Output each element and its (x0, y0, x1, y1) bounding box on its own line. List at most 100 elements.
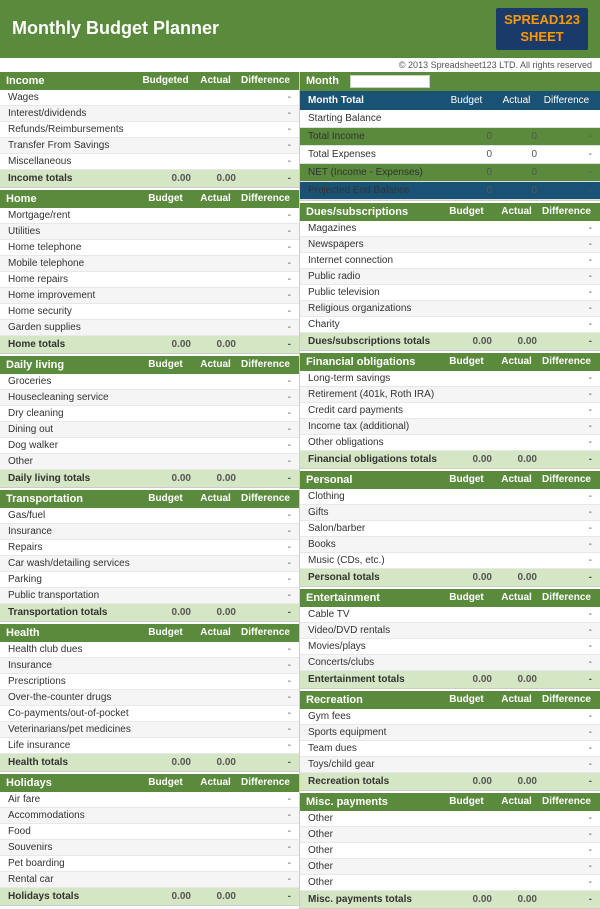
dues-totals-label: Dues/subscriptions totals (306, 335, 439, 348)
table-row: Concerts/clubs - (300, 655, 600, 671)
dues-totals-budget: 0.00 (439, 335, 494, 348)
month-row-label: Total Expenses (306, 148, 439, 161)
row-label: Other (306, 828, 439, 841)
row-label: Internet connection (306, 254, 439, 267)
row-actual (193, 273, 238, 286)
row-budget (439, 302, 494, 315)
month-row-actual: 0 (494, 184, 539, 197)
month-input[interactable] (350, 75, 430, 88)
row-diff: - (539, 404, 594, 417)
transportation-col-actual: Actual (193, 493, 238, 505)
home-header: Home Budget Actual Difference (0, 190, 299, 208)
row-budget (138, 691, 193, 704)
row-actual (494, 710, 539, 723)
row-diff: - (238, 241, 293, 254)
month-total-row: Total Expenses 0 0 - (300, 146, 600, 164)
financial-obligations-col-diff: Difference (539, 356, 594, 368)
table-row: Retirement (401k, Roth IRA) - (300, 387, 600, 403)
row-diff: - (238, 589, 293, 602)
transportation-totals-diff: - (238, 606, 293, 619)
row-label: Video/DVD rentals (306, 624, 439, 637)
holidays-label: Holidays (6, 777, 138, 789)
table-row: Religious organizations - (300, 301, 600, 317)
dues-totals-diff: - (539, 335, 594, 348)
entertainment-label: Entertainment (306, 592, 439, 604)
financial-obligations-totals-actual: 0.00 (494, 453, 539, 466)
row-actual (494, 828, 539, 841)
recreation-col-budget: Budget (439, 694, 494, 706)
row-label: Accommodations (6, 809, 138, 822)
entertainment-totals-label: Entertainment totals (306, 673, 439, 686)
row-budget (138, 225, 193, 238)
misc-payments-col-actual: Actual (494, 796, 539, 808)
table-row: Rental car - (0, 872, 299, 888)
table-row: Music (CDs, etc.) - (300, 553, 600, 569)
recreation-header: Recreation Budget Actual Difference (300, 691, 600, 709)
row-diff: - (539, 270, 594, 283)
row-budget (138, 423, 193, 436)
table-row: Gym fees - (300, 709, 600, 725)
row-label: Books (306, 538, 439, 551)
row-label: Co-payments/out-of-pocket (6, 707, 138, 720)
holidays-section: Holidays Budget Actual Difference Air fa… (0, 774, 299, 906)
row-diff: - (238, 321, 293, 334)
health-header: Health Budget Actual Difference (0, 624, 299, 642)
row-actual (193, 707, 238, 720)
row-budget (138, 321, 193, 334)
income-col-actual: Actual (193, 75, 238, 87)
row-label: Sports equipment (306, 726, 439, 739)
holidays-totals-row: Holidays totals 0.00 0.00 - (0, 888, 299, 906)
row-label: Souvenirs (6, 841, 138, 854)
home-col-actual: Actual (193, 193, 238, 205)
row-diff: - (539, 436, 594, 449)
row-label: Toys/child gear (306, 758, 439, 771)
row-diff: - (539, 420, 594, 433)
holidays-totals-budget: 0.00 (138, 890, 193, 903)
row-diff: - (238, 289, 293, 302)
row-label: Life insurance (6, 739, 138, 752)
row-label: Mortgage/rent (6, 209, 138, 222)
row-diff: - (238, 841, 293, 854)
income-totals-diff: - (238, 172, 293, 185)
row-diff: - (238, 375, 293, 388)
row-label: Health club dues (6, 643, 138, 656)
month-row-budget: 0 (439, 184, 494, 197)
month-label: Month (306, 75, 339, 87)
row-actual (193, 809, 238, 822)
table-row: Insurance - (0, 658, 299, 674)
row-diff: - (539, 554, 594, 567)
row-budget (138, 643, 193, 656)
table-row: Home improvement - (0, 288, 299, 304)
month-total-rows: Starting Balance Total Income 0 0 - Tota… (300, 110, 600, 200)
financial-obligations-label: Financial obligations (306, 356, 439, 368)
row-actual (193, 321, 238, 334)
month-total-label: Month Total (306, 94, 439, 107)
table-row: Transfer From Savings - (0, 138, 299, 154)
row-budget (138, 707, 193, 720)
row-actual (193, 643, 238, 656)
row-label: Public television (306, 286, 439, 299)
row-label: Salon/barber (306, 522, 439, 535)
row-actual (193, 305, 238, 318)
month-row-diff: - (539, 166, 594, 179)
row-actual (494, 758, 539, 771)
row-actual (193, 659, 238, 672)
dues-label: Dues/subscriptions (306, 206, 439, 218)
misc-payments-header: Misc. payments Budget Actual Difference (300, 793, 600, 811)
row-diff: - (238, 139, 293, 152)
row-actual (494, 726, 539, 739)
table-row: Dining out - (0, 422, 299, 438)
income-totals-actual: 0.00 (193, 172, 238, 185)
row-diff: - (539, 318, 594, 331)
transportation-label: Transportation (6, 493, 138, 505)
table-row: Mortgage/rent - (0, 208, 299, 224)
row-budget (439, 538, 494, 551)
personal-totals-label: Personal totals (306, 571, 439, 584)
row-budget (439, 726, 494, 739)
table-row: Internet connection - (300, 253, 600, 269)
recreation-totals-actual: 0.00 (494, 775, 539, 788)
row-budget (439, 758, 494, 771)
row-budget (138, 155, 193, 168)
row-budget (138, 541, 193, 554)
entertainment-header: Entertainment Budget Actual Difference (300, 589, 600, 607)
